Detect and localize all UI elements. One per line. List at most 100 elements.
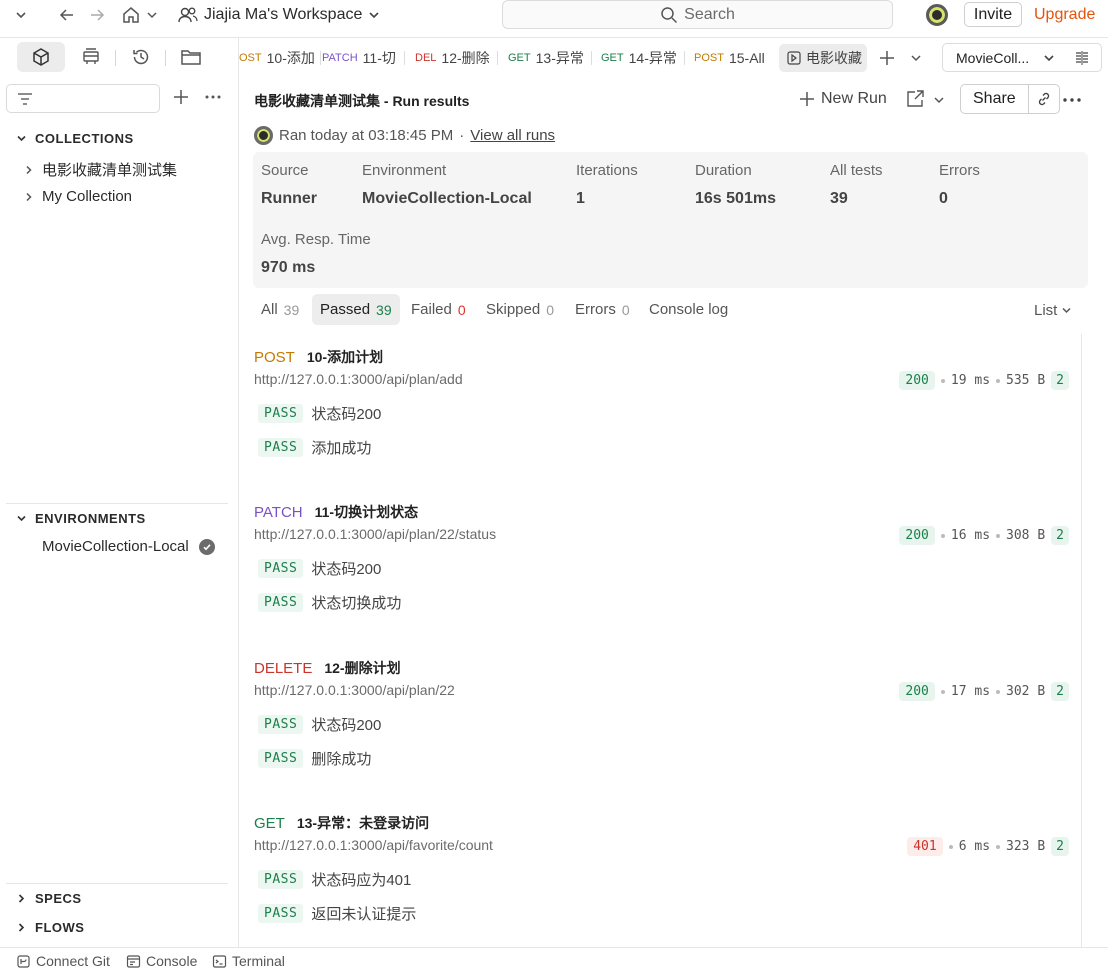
home-icon[interactable]	[122, 5, 140, 25]
more-options-icon[interactable]	[204, 88, 222, 106]
request-header: POST 10-添加计划	[254, 347, 383, 367]
meta-dot	[996, 689, 1001, 694]
tab-name: 14-异常	[628, 50, 677, 66]
environment-item[interactable]: MovieCollection-Local	[42, 538, 215, 555]
test-name: 状态码200	[311, 406, 382, 423]
environments-section[interactable]: ENVIRONMENTS	[16, 511, 146, 526]
filter-skipped-tab[interactable]: Skipped 0	[478, 294, 562, 325]
stat-value: 0	[939, 190, 948, 207]
search-bar[interactable]: Search	[502, 0, 893, 29]
files-nav[interactable]	[167, 42, 215, 72]
request-result[interactable]: GET 13-异常：未登录访问 http://127.0.0.1:3000/ap…	[254, 813, 1069, 947]
chevron-right-icon	[24, 165, 34, 175]
request-tab[interactable]: GET 13-异常	[508, 44, 592, 72]
specs-section[interactable]: SPECS	[16, 891, 82, 906]
environment-quick-look-icon[interactable]	[1074, 50, 1090, 66]
collection-item[interactable]: 电影收藏清单测试集	[24, 159, 177, 180]
environment-icon	[81, 47, 101, 67]
meta-dot	[996, 844, 1001, 849]
stat-label: Duration	[695, 162, 752, 179]
filter-label: Console log	[649, 301, 729, 318]
test-count-badge: 2	[1051, 371, 1069, 390]
share-button[interactable]: Share	[961, 85, 1029, 113]
tab-method: GET	[601, 52, 624, 64]
test-name: 删除成功	[311, 751, 372, 768]
workspace-selector[interactable]: Jiajia Ma's Workspace	[178, 3, 380, 27]
tab-method: POST	[694, 52, 724, 64]
collection-name: 电影收藏清单测试集	[42, 162, 178, 179]
stat-label: Avg. Resp. Time	[261, 231, 371, 248]
sidebar: COLLECTIONS 电影收藏清单测试集 My Collection ENVI…	[0, 38, 239, 947]
filter-label: All	[261, 301, 278, 318]
stat-value: 970 ms	[261, 259, 316, 276]
export-chevron-icon[interactable]	[933, 94, 945, 106]
response-size: 302 B	[1006, 684, 1046, 699]
view-all-runs-link[interactable]: View all runs	[470, 127, 555, 144]
chevron-down-icon	[16, 133, 27, 144]
filter-passed-tab[interactable]: Passed 39	[312, 294, 400, 325]
result-filters: All 39 Passed 39 Failed 0 Skipped 0 Erro…	[253, 294, 1083, 325]
rail-divider	[165, 50, 166, 66]
run-results-panel: 电影收藏清单测试集 - Run results New Run Share Ra…	[239, 78, 1108, 947]
request-tab[interactable]: POST 15-All	[694, 44, 776, 72]
environments-nav[interactable]	[67, 42, 115, 72]
collections-nav[interactable]	[17, 42, 65, 72]
request-name: 13-异常：未登录访问	[296, 815, 430, 831]
tabs-menu-chevron-icon[interactable]	[910, 52, 922, 64]
filter-failed-tab[interactable]: Failed 0	[403, 294, 474, 325]
test-result: PASS 状态码应为401	[258, 869, 411, 890]
test-name: 状态码200	[311, 717, 382, 734]
summary-source: Source Runner	[261, 162, 317, 208]
stat-value: 1	[576, 190, 585, 207]
new-tab-icon[interactable]	[878, 49, 896, 67]
request-result[interactable]: PATCH 11-切换计划状态 http://127.0.0.1:3000/ap…	[254, 502, 1069, 652]
export-icon[interactable]	[905, 90, 925, 108]
chevron-right-icon	[24, 192, 34, 202]
specs-heading: SPECS	[35, 891, 82, 906]
filter-all-tab[interactable]: All 39	[253, 294, 307, 325]
cube-icon	[31, 47, 51, 67]
request-tab[interactable]: OST 10-添加	[239, 44, 321, 72]
response-meta: 200 17 ms 302 B 2	[899, 682, 1069, 701]
connect-git-button[interactable]: Connect Git	[16, 953, 110, 969]
tab-name: 13-异常	[535, 50, 584, 66]
environment-selector[interactable]: MovieColl...	[942, 43, 1102, 72]
back-arrow-icon[interactable]	[58, 5, 76, 25]
git-icon	[16, 954, 31, 969]
new-run-button[interactable]: New Run	[799, 90, 887, 108]
view-mode-value: List	[1034, 302, 1058, 319]
forward-arrow-icon[interactable]	[88, 5, 106, 25]
terminal-button[interactable]: Terminal	[212, 953, 285, 969]
request-result[interactable]: DELETE 12-删除计划 http://127.0.0.1:3000/api…	[254, 658, 1069, 808]
add-icon[interactable]	[172, 88, 190, 106]
meta-dot	[940, 378, 945, 383]
request-url: http://127.0.0.1:3000/api/plan/add	[254, 371, 463, 387]
history-nav[interactable]	[117, 42, 165, 72]
history-icon	[131, 47, 151, 67]
view-mode-selector[interactable]: List	[1034, 302, 1072, 319]
collection-item[interactable]: My Collection	[24, 188, 132, 205]
request-tab[interactable]: GET 14-异常	[601, 44, 685, 72]
chevron-right-icon	[16, 893, 27, 904]
request-tab[interactable]: PATCH 11-切	[322, 44, 405, 72]
home-menu-chevron-icon[interactable]	[146, 5, 158, 25]
request-tab[interactable]: DEL 12-删除	[415, 44, 498, 72]
chevron-down-icon[interactable]	[14, 5, 28, 25]
console-log-tab[interactable]: Console log	[641, 294, 736, 325]
request-result[interactable]: POST 10-添加计划 http://127.0.0.1:3000/api/p…	[254, 347, 1069, 497]
console-button[interactable]: Console	[126, 953, 197, 969]
copy-link-icon[interactable]	[1029, 91, 1059, 107]
invite-button[interactable]: Invite	[964, 2, 1022, 27]
flows-section[interactable]: FLOWS	[16, 920, 84, 935]
run-results-tab[interactable]: 电影收藏	[779, 44, 867, 72]
filter-errors-tab[interactable]: Errors 0	[567, 294, 638, 325]
filter-input[interactable]	[6, 84, 160, 113]
request-name: 11-切换计划状态	[314, 504, 419, 520]
more-options-icon[interactable]	[1062, 91, 1082, 109]
summary-avg-response: Avg. Resp. Time 970 ms	[261, 231, 371, 277]
collections-section[interactable]: COLLECTIONS	[16, 131, 134, 146]
user-avatar[interactable]	[926, 4, 948, 26]
request-url: http://127.0.0.1:3000/api/plan/22/status	[254, 526, 497, 542]
upgrade-button[interactable]: Upgrade	[1034, 2, 1095, 27]
request-name: 10-添加计划	[306, 349, 384, 365]
